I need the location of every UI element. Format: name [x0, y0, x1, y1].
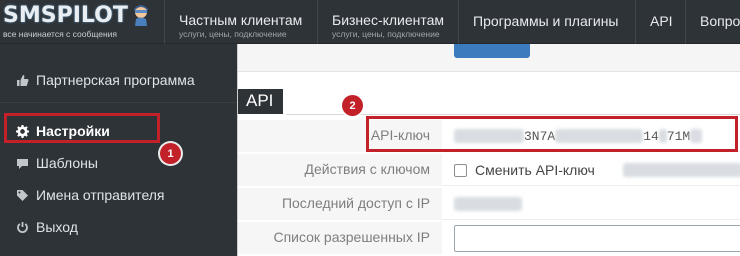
tag-icon [16, 189, 29, 202]
redacted-ip [454, 197, 522, 211]
api-key-highlight-box [366, 116, 738, 152]
change-key-checkbox-group[interactable]: Сменить API-ключ [454, 154, 740, 186]
last-access-value [454, 188, 522, 220]
nav-private-clients[interactable]: Частным клиентам услуги, цены, подключен… [164, 0, 317, 44]
allowed-ips-label: Список разрешенных IP [238, 222, 442, 254]
nav-label: API [650, 13, 673, 29]
sidebar-item-partner-program[interactable]: Партнерская программа [16, 70, 195, 90]
pilot-mascot-icon [134, 5, 148, 26]
logo[interactable]: SMSPILOT все начинается с сообщения [0, 0, 164, 44]
thumbs-up-icon [16, 74, 29, 87]
step-1-badge: 1 [160, 143, 181, 164]
comment-icon [16, 157, 29, 170]
nav-label: Бизнес-клиентам [332, 12, 445, 28]
power-icon [16, 221, 29, 234]
logo-text: SMSPILOT [3, 3, 128, 28]
sidebar-item-label: Партнерская программа [36, 72, 195, 88]
allowed-ips-input[interactable] [454, 225, 740, 252]
nav-business-clients[interactable]: Бизнес-клиентам услуги, цены, подключени… [317, 0, 458, 44]
key-actions-label: Действия с ключом [238, 154, 442, 186]
sidebar-item-sender-names[interactable]: Имена отправителя [16, 185, 165, 205]
settings-highlight-box [4, 113, 160, 143]
sidebar-item-label: Шаблоны [36, 155, 98, 171]
nav-sublabel: услуги, цены, подключение [332, 29, 440, 39]
sidebar-item-templates[interactable]: Шаблоны [16, 153, 98, 173]
last-access-label: Последний доступ с IP [238, 188, 442, 220]
nav-label: Вопро [700, 13, 740, 29]
last-access-row: Последний доступ с IP [238, 188, 740, 220]
save-button[interactable] [454, 44, 530, 58]
key-actions-row: Действия с ключом Сменить API-ключ [238, 154, 740, 186]
step-2-badge: 2 [342, 95, 363, 116]
nav-api[interactable]: API [635, 0, 685, 44]
nav-questions[interactable]: Вопро [685, 0, 740, 44]
sidebar-item-label: Имена отправителя [36, 187, 165, 203]
redacted-text [622, 163, 740, 177]
top-navigation: SMSPILOT все начинается с сообщения Част… [0, 0, 740, 44]
allowed-ips-row: Список разрешенных IP [238, 222, 740, 254]
change-key-label: Сменить API-ключ [475, 162, 595, 178]
sidebar-divider [0, 102, 237, 103]
nav-label: Частным клиентам [179, 12, 303, 28]
nav-sublabel: услуги, цены, подключение [179, 29, 287, 39]
sidebar-item-label: Выход [36, 219, 78, 235]
top-strip [238, 44, 740, 72]
sidebar-item-logout[interactable]: Выход [16, 217, 78, 237]
nav-label: Программы и плагины [473, 13, 619, 29]
section-title: API [238, 89, 284, 114]
change-key-checkbox[interactable] [454, 163, 467, 177]
nav-programs-plugins[interactable]: Программы и плагины [458, 0, 635, 44]
logo-tagline: все начинается с сообщения [3, 29, 117, 39]
sidebar: Партнерская программа Настройки Шаблоны … [0, 44, 237, 256]
